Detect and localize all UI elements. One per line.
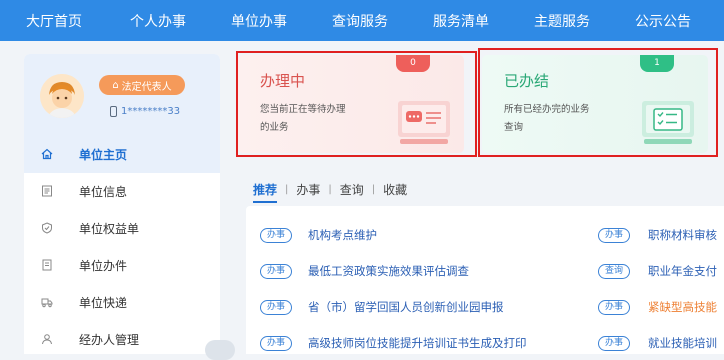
sidebar-item-unit-info[interactable]: 单位信息 [24, 173, 220, 210]
completed-count-badge: 1 [640, 55, 674, 72]
processing-card[interactable]: 0 办理中 您当前正在等待办理的业务 [238, 55, 464, 153]
completed-title: 已办结 [504, 72, 550, 90]
tab-favorites[interactable]: 收藏 [383, 181, 407, 198]
processing-description: 您当前正在等待办理的业务 [260, 104, 346, 133]
monitor-checklist-icon [642, 101, 694, 144]
type-tag: 办事 [260, 228, 293, 243]
sidebar-item-unit-express[interactable]: 单位快递 [24, 284, 220, 321]
legal-representative-badge: ⌂ 法定代表人 [99, 75, 185, 95]
phone-number: 1********33 [110, 106, 180, 117]
service-link[interactable]: 就业技能培训 [648, 335, 717, 351]
list-item[interactable]: 办事 省（市）留学回国人员创新创业园申报 办事 紧缺型高技能 [246, 300, 724, 320]
nav-item-hall-home[interactable]: 大厅首页 [26, 11, 82, 31]
nav-item-query[interactable]: 查询服务 [332, 11, 388, 31]
service-link[interactable]: 紧缺型高技能 [648, 299, 717, 315]
top-nav: 大厅首页 个人办事 单位办事 查询服务 服务清单 主题服务 公示公告 [0, 0, 724, 41]
avatar[interactable] [40, 74, 84, 118]
sidebar-item-agent-management[interactable]: 经办人管理 [24, 321, 220, 354]
sidebar-menu: 单位主页 单位信息 单位权益单 单位办件 单位快递 经办人管理 [24, 136, 220, 354]
service-link[interactable]: 省（市）留学回国人员创新创业园申报 [308, 299, 504, 315]
sidebar-item-label: 单位办件 [79, 259, 128, 273]
service-link[interactable]: 高级技师岗位技能提升培训证书生成及打印 [308, 335, 527, 351]
sidebar-item-unit-home[interactable]: 单位主页 [24, 136, 220, 173]
sidebar-item-label: 单位信息 [79, 185, 128, 199]
phone-icon [110, 106, 117, 117]
document-icon [42, 185, 52, 197]
sidebar-item-label: 单位快递 [79, 296, 128, 310]
truck-icon [41, 298, 53, 308]
completed-description: 所有已经办完的业务查询 [504, 104, 590, 133]
phone-text: 1********33 [121, 106, 181, 117]
monitor-chat-icon [398, 101, 450, 144]
type-tag: 办事 [598, 300, 631, 315]
type-tag: 查询 [598, 264, 631, 279]
nav-item-theme[interactable]: 主题服务 [534, 11, 590, 31]
tab-affairs[interactable]: 办事 [296, 181, 320, 198]
nav-item-announcement[interactable]: 公示公告 [635, 11, 691, 31]
scroll-handle[interactable] [205, 340, 235, 360]
sidebar: ⌂ 法定代表人 1********33 单位主页 单位信息 单位权益单 单位办件… [24, 54, 220, 354]
service-link[interactable]: 职业年金支付 [648, 263, 717, 279]
badge-label: 法定代表人 [121, 81, 172, 93]
tab-separator: | [285, 184, 289, 195]
processing-count-badge: 0 [396, 55, 430, 72]
home-icon [41, 148, 53, 160]
sidebar-item-label: 单位权益单 [79, 222, 140, 236]
service-link[interactable]: 职称材料审核 [648, 227, 717, 243]
type-tag: 办事 [598, 336, 631, 351]
sidebar-item-unit-cases[interactable]: 单位办件 [24, 247, 220, 284]
main-content: 0 办理中 您当前正在等待办理的业务 1 已办结 所有已经办完的业务查询 推荐 … [238, 41, 724, 354]
nav-item-unit[interactable]: 单位办事 [231, 11, 287, 31]
service-link[interactable]: 最低工资政策实施效果评估调查 [308, 263, 469, 279]
tab-recommended[interactable]: 推荐 [253, 181, 278, 203]
person-icon [42, 334, 52, 345]
type-tag: 办事 [260, 264, 293, 279]
sidebar-item-label: 经办人管理 [79, 333, 140, 347]
service-list: 办事 机构考点维护 办事 职称材料审核 办事 最低工资政策实施效果评估调查 查询… [246, 206, 724, 354]
processing-title: 办理中 [260, 72, 306, 90]
service-link[interactable]: 机构考点维护 [308, 227, 377, 243]
nav-item-personal[interactable]: 个人办事 [130, 11, 186, 31]
sidebar-item-label: 单位主页 [79, 148, 128, 162]
list-item[interactable]: 办事 高级技师岗位技能提升培训证书生成及打印 办事 就业技能培训 [246, 336, 724, 354]
home-small-icon: ⌂ [112, 79, 119, 91]
type-tag: 办事 [260, 336, 293, 351]
type-tag: 办事 [260, 300, 293, 315]
tab-query[interactable]: 查询 [340, 181, 364, 198]
profile-card: ⌂ 法定代表人 1********33 [24, 54, 220, 136]
sidebar-item-unit-rights[interactable]: 单位权益单 [24, 210, 220, 247]
tab-separator: | [328, 184, 332, 195]
shield-icon [42, 222, 52, 234]
type-tag: 办事 [598, 228, 631, 243]
nav-item-service-list[interactable]: 服务清单 [433, 11, 489, 31]
list-item[interactable]: 办事 机构考点维护 办事 职称材料审核 [246, 228, 724, 248]
service-tabs: 推荐 | 办事 | 查询 | 收藏 [253, 181, 407, 203]
tab-separator: | [371, 184, 376, 195]
completed-card[interactable]: 1 已办结 所有已经办完的业务查询 [482, 55, 708, 153]
file-icon [42, 259, 52, 271]
list-item[interactable]: 办事 最低工资政策实施效果评估调查 查询 职业年金支付 [246, 264, 724, 284]
